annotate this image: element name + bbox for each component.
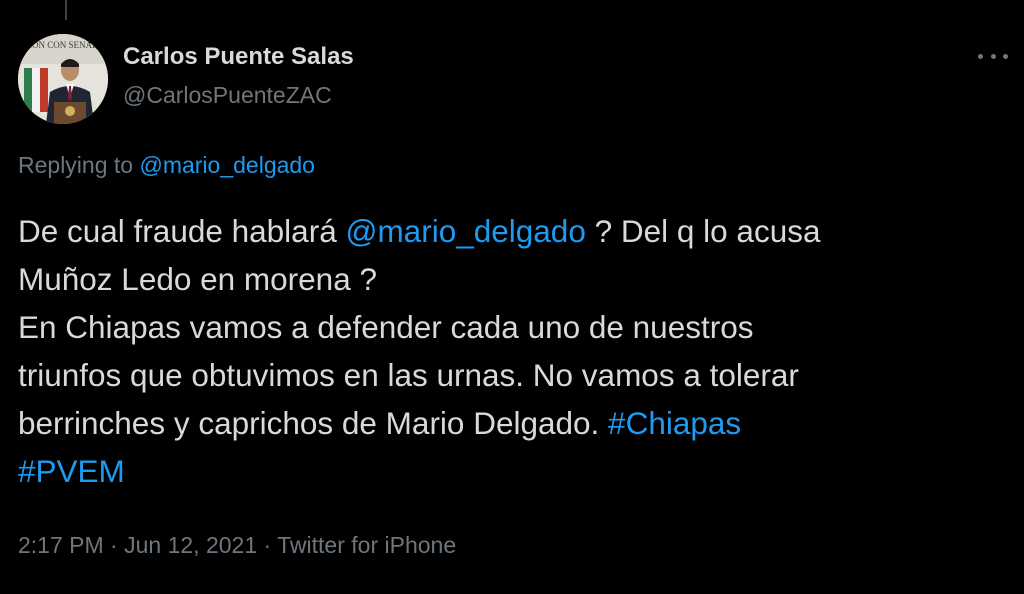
meta-separator: · — [257, 532, 278, 558]
avatar-image: REUNIÓN CON SENADORES — [18, 34, 108, 124]
hashtag-link-pvem[interactable]: #PVEM — [18, 453, 125, 489]
replying-to-label: Replying to — [18, 152, 140, 178]
author-names: Carlos Puente Salas @CarlosPuenteZAC — [123, 42, 354, 110]
tweet-line: De cual fraude hablará @mario_delgado ? … — [18, 207, 1018, 255]
more-dot — [978, 53, 983, 59]
meta-separator: · — [103, 532, 125, 558]
tweet-line: #PVEM — [18, 447, 1018, 495]
replying-to-line: Replying to @mario_delgado — [18, 150, 315, 180]
thread-connector-line — [65, 0, 67, 20]
more-dot — [1003, 53, 1008, 59]
more-dot — [990, 53, 996, 59]
tweet-line: En Chiapas vamos a defender cada uno de … — [18, 309, 754, 345]
tweet-metadata: 2:17 PM · Jun 12, 2021 · Twitter for iPh… — [18, 530, 456, 560]
author-display-name[interactable]: Carlos Puente Salas — [123, 42, 354, 72]
tweet-line: Muñoz Ledo en morena ? — [18, 261, 377, 297]
author-handle[interactable]: @CarlosPuenteZAC — [123, 80, 354, 110]
avatar[interactable]: REUNIÓN CON SENADORES — [18, 34, 108, 124]
tweet-text: De cual fraude hablará @mario_delgado ? … — [18, 207, 1018, 495]
replying-to-mention-link[interactable]: @mario_delgado — [139, 152, 315, 178]
tweet-date-link[interactable]: Jun 12, 2021 — [124, 532, 257, 558]
avatar-sign-text: REUNIÓN CON SENADORES — [18, 40, 108, 50]
tweet-text-segment: De cual fraude hablará — [18, 213, 346, 249]
tweet-line: berrinches y caprichos de Mario Delgado.… — [18, 399, 1018, 447]
hashtag-link-chiapas[interactable]: #Chiapas — [608, 405, 741, 441]
tweet-header: REUNIÓN CON SENADORES Carlos Puente Sala… — [18, 34, 1008, 124]
tweet-source-link[interactable]: Twitter for iPhone — [277, 532, 456, 558]
tweet-line: triunfos que obtuvimos en las urnas. No … — [18, 357, 799, 393]
tweet-text-segment: berrinches y caprichos de Mario Delgado. — [18, 405, 609, 441]
tweet-text-segment: ? Del q lo acusa — [585, 213, 821, 249]
tweet-time-link[interactable]: 2:17 PM — [18, 532, 104, 558]
tweet-mention-link[interactable]: @mario_delgado — [345, 213, 585, 249]
more-horizontal-icon[interactable] — [978, 46, 1008, 66]
